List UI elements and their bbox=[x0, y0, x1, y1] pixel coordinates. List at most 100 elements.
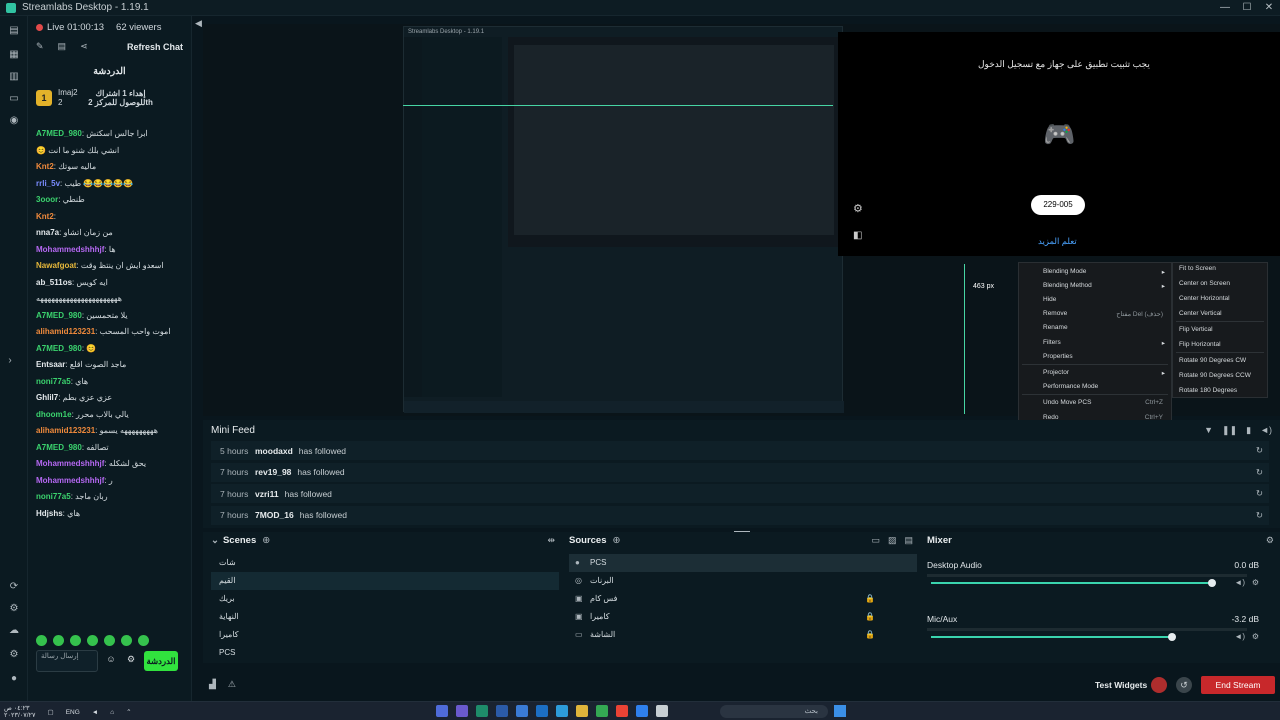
chat-username[interactable]: Mohammedshhhjf bbox=[36, 245, 104, 254]
submenu-item-center-on-screen[interactable]: Center on Screen bbox=[1179, 280, 1230, 287]
minimize-button[interactable]: — bbox=[1214, 0, 1236, 16]
overlay-gamepad-icon[interactable]: ◧ bbox=[853, 230, 862, 241]
end-stream-button[interactable]: End Stream bbox=[1201, 676, 1275, 694]
menu-item-blending-mode[interactable]: Blending Mode bbox=[1043, 268, 1086, 275]
chat-username[interactable]: Ghlil7 bbox=[36, 393, 58, 402]
chat-username[interactable]: Mohammedshhhjf bbox=[36, 476, 104, 485]
volume-icon[interactable]: ◄ bbox=[92, 709, 98, 716]
chat-username[interactable]: A7MED_980 bbox=[36, 311, 82, 320]
record-button[interactable] bbox=[1151, 677, 1167, 693]
submenu-item-flip-horizontal[interactable]: Flip Horizontal bbox=[1179, 341, 1221, 348]
steam-app-icon[interactable] bbox=[496, 705, 508, 717]
source-item[interactable]: ▣ كاميرا 🔒 bbox=[569, 608, 917, 626]
chat-username[interactable]: noni77a5 bbox=[36, 377, 71, 386]
collapse-icon[interactable]: ⌄ bbox=[211, 535, 219, 546]
menu-item-performance-mode[interactable]: Performance Mode bbox=[1043, 383, 1098, 390]
submenu-item-rotate-90-degrees-ccw[interactable]: Rotate 90 Degrees CCW bbox=[1179, 372, 1251, 379]
menu-item-projector[interactable]: Projector bbox=[1043, 369, 1069, 376]
lock-icon[interactable]: 🔒 bbox=[865, 626, 875, 644]
overlay-settings-icon[interactable]: ⚙ bbox=[853, 202, 863, 215]
menu-item-properties[interactable]: Properties bbox=[1043, 353, 1073, 360]
emote-icon[interactable] bbox=[104, 635, 115, 646]
streamlabs-app-icon[interactable] bbox=[476, 705, 488, 717]
replay-buffer-button[interactable]: ↺ bbox=[1176, 677, 1192, 693]
source-item[interactable]: ● PCS bbox=[569, 554, 917, 572]
submenu-item-rotate-90-degrees-cw[interactable]: Rotate 90 Degrees CW bbox=[1179, 357, 1246, 364]
cloud-icon[interactable]: ☁ bbox=[8, 626, 20, 636]
repeat-alert-icon[interactable]: ↻ bbox=[1256, 445, 1263, 456]
taskbar-search[interactable]: بحث bbox=[720, 705, 828, 718]
scene-item[interactable]: القيم bbox=[211, 572, 559, 590]
store-icon[interactable]: ▥ bbox=[8, 72, 20, 82]
mixer-settings-icon[interactable]: ⚙ bbox=[1266, 535, 1274, 546]
skip-icon[interactable]: ▮ bbox=[1246, 425, 1251, 436]
chat-username[interactable]: A7MED_980 bbox=[36, 344, 82, 353]
pause-icon[interactable]: ❚❚ bbox=[1222, 425, 1237, 436]
notification-icon[interactable]: ▢ bbox=[48, 708, 54, 716]
clock[interactable]: ٠٤:٢٣ ص ٢٠٢٣/٠٧/٢٧ bbox=[4, 705, 36, 719]
chat-username[interactable]: rrli_5v bbox=[36, 179, 60, 188]
tray-chevron-icon[interactable]: ⌃ bbox=[126, 708, 131, 716]
source-item[interactable]: ▣ فس كام 🔒 bbox=[569, 590, 917, 608]
chat-username[interactable]: A7MED_980 bbox=[36, 443, 82, 452]
add-source-icon[interactable]: ⊕ bbox=[613, 535, 621, 546]
chat-settings-icon[interactable]: ⚙ bbox=[124, 654, 138, 668]
emote-icon[interactable] bbox=[36, 635, 47, 646]
app-icon[interactable] bbox=[516, 705, 528, 717]
source-item[interactable]: ◎ البرنات bbox=[569, 572, 917, 590]
repeat-alert-icon[interactable]: ↻ bbox=[1256, 467, 1263, 478]
chat-username[interactable]: Mohammedshhhjf bbox=[36, 459, 104, 468]
chat-username[interactable]: Hdjshs bbox=[36, 509, 63, 518]
chat-username[interactable]: nna7a bbox=[36, 228, 59, 237]
chat-send-button[interactable]: الدردشة bbox=[144, 651, 178, 671]
chat-username[interactable]: Nawafgoat bbox=[36, 261, 76, 270]
learn-more-link[interactable]: تعلم المزيد bbox=[1038, 236, 1077, 247]
settings-icon[interactable]: ⚙ bbox=[8, 650, 20, 660]
app-icon[interactable] bbox=[456, 705, 468, 717]
close-button[interactable]: ✕ bbox=[1258, 0, 1280, 16]
repeat-alert-icon[interactable]: ↻ bbox=[1256, 488, 1263, 499]
test-widgets-button[interactable]: Test Widgets bbox=[1095, 680, 1147, 690]
submenu-item-flip-vertical[interactable]: Flip Vertical bbox=[1179, 326, 1213, 333]
start-button-icon[interactable] bbox=[834, 705, 846, 717]
edge-app-icon[interactable] bbox=[556, 705, 568, 717]
studio-mode-icon[interactable]: ⟳ bbox=[8, 582, 20, 592]
lock-icon[interactable]: 🔒 bbox=[865, 608, 875, 626]
lock-icon[interactable]: 🔒 bbox=[865, 590, 875, 608]
refresh-chat-button[interactable]: Refresh Chat bbox=[127, 42, 183, 52]
app-icon[interactable] bbox=[596, 705, 608, 717]
emote-icon[interactable] bbox=[138, 635, 149, 646]
chat-input[interactable]: إرسال رسالة bbox=[36, 650, 98, 672]
source-item[interactable]: ▭ الشاشة 🔒 bbox=[569, 626, 917, 644]
app-icon[interactable] bbox=[636, 705, 648, 717]
scene-item[interactable]: بريك bbox=[211, 590, 559, 608]
volume-slider[interactable] bbox=[931, 636, 1172, 638]
emoji-icon[interactable]: ☺ bbox=[104, 654, 118, 668]
menu-item-undo-move-pcs[interactable]: Undo Move PCS bbox=[1043, 399, 1091, 406]
source-layout-icon[interactable]: ▭ bbox=[871, 535, 880, 546]
chat-username[interactable]: dhoom1e bbox=[36, 410, 72, 419]
expand-chevron-icon[interactable]: › bbox=[4, 356, 16, 366]
speaker-icon[interactable]: ◄) bbox=[1234, 578, 1245, 587]
chat-username[interactable]: Knt2 bbox=[36, 162, 54, 171]
share-icon[interactable]: ⋖ bbox=[80, 41, 88, 52]
filter-icon[interactable]: ▼ bbox=[1204, 425, 1213, 436]
link-icon[interactable]: ⚙ bbox=[8, 604, 20, 614]
popout-icon[interactable]: ▤ bbox=[58, 41, 67, 52]
add-scene-icon[interactable]: ⊕ bbox=[262, 535, 270, 546]
alert-icon[interactable]: ⚠ bbox=[228, 679, 236, 690]
channel-settings-icon[interactable]: ⚙ bbox=[1252, 632, 1259, 641]
collapse-chat-icon[interactable]: ◀ bbox=[195, 18, 202, 29]
profile-icon[interactable]: ● bbox=[8, 674, 20, 684]
explorer-app-icon[interactable] bbox=[576, 705, 588, 717]
volume-knob[interactable] bbox=[1208, 579, 1216, 587]
chat-username[interactable]: alihamid123231 bbox=[36, 327, 95, 336]
edit-icon[interactable]: ✎ bbox=[36, 41, 44, 52]
menu-item-rename[interactable]: Rename bbox=[1043, 324, 1068, 331]
app-icon[interactable] bbox=[436, 705, 448, 717]
emote-icon[interactable] bbox=[53, 635, 64, 646]
chat-username[interactable]: Entsaar bbox=[36, 360, 65, 369]
menu-item-hide[interactable]: Hide bbox=[1043, 296, 1056, 303]
mute-icon[interactable]: ◄) bbox=[1260, 425, 1272, 436]
submenu-item-fit-to-screen[interactable]: Fit to Screen bbox=[1179, 265, 1216, 272]
